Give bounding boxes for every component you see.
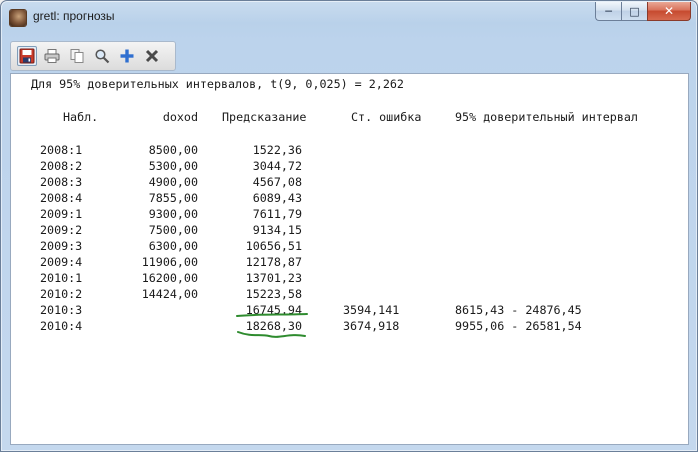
- cell-interval: 8615,43 - 24876,45: [455, 303, 582, 317]
- cell-doxod: 6300,00: [148, 239, 198, 253]
- forecast-window: gretl: прогнозы ─ □ ✕ Для 95% доверитель…: [0, 0, 698, 452]
- table-row: 2008:3 4900,00 4567,08: [11, 174, 688, 190]
- maximize-button[interactable]: □: [621, 2, 647, 21]
- table-row: 2009:2 7500,00 9134,15: [11, 222, 688, 238]
- forecast-output[interactable]: Для 95% доверительных интервалов, t(9, 0…: [10, 73, 689, 445]
- cell-doxod: 7855,00: [148, 191, 198, 205]
- table-row: 2009:4 11906,00 12178,87: [11, 254, 688, 270]
- table-row: 2010:1 16200,00 13701,23: [11, 270, 688, 286]
- title-bar[interactable]: gretl: прогнозы ─ □ ✕: [1, 1, 697, 35]
- cell-prediction: 1522,36: [252, 143, 302, 157]
- add-icon: [120, 49, 134, 63]
- header-prediction: Предсказание: [222, 110, 307, 124]
- cell-obs: 2010:4: [40, 319, 83, 333]
- cell-prediction: 7611,79: [252, 207, 302, 221]
- cell-prediction: 10656,51: [245, 239, 302, 253]
- cell-doxod: 5300,00: [148, 159, 198, 173]
- header-obs: Набл.: [63, 110, 99, 124]
- save-button[interactable]: [17, 46, 37, 66]
- header-doxod: doxod: [162, 110, 198, 124]
- add-button[interactable]: [117, 46, 137, 66]
- toolbar: [10, 41, 176, 71]
- cell-prediction: 3044,72: [252, 159, 302, 173]
- table-row: 2010:2 14424,00 15223,58: [11, 286, 688, 302]
- cell-doxod: 9300,00: [148, 207, 198, 221]
- cell-prediction: 18268,30: [245, 319, 302, 333]
- table-row: 2010:4 18268,30 3674,918 9955,06 - 26581,54: [11, 318, 688, 334]
- cell-prediction: 12178,87: [245, 255, 302, 269]
- cell-std-error: 3674,918: [343, 319, 400, 333]
- output-text-view: Для 95% доверительных интервалов, t(9, 0…: [11, 74, 688, 444]
- cell-obs: 2008:2: [40, 159, 83, 173]
- cell-doxod: 11906,00: [141, 255, 198, 269]
- cell-prediction: 4567,08: [252, 175, 302, 189]
- table-row: 2008:1 8500,00 1522,36: [11, 142, 688, 158]
- caption-buttons: ─ □ ✕: [595, 2, 691, 22]
- find-button[interactable]: [92, 46, 112, 66]
- window-title: gretl: прогнозы: [33, 9, 115, 23]
- cell-doxod: 8500,00: [148, 143, 198, 157]
- table-header: Набл. doxod Предсказание Ст. ошибка 95% …: [11, 109, 688, 125]
- cell-obs: 2009:1: [40, 207, 83, 221]
- cell-prediction: 13701,23: [245, 271, 302, 285]
- cell-obs: 2009:4: [40, 255, 83, 269]
- cell-obs: 2010:2: [40, 287, 83, 301]
- cell-obs: 2008:3: [40, 175, 83, 189]
- save-icon: [19, 48, 35, 64]
- table-row: 2010:3 16745,94 3594,141 8615,43 - 24876,45: [11, 302, 688, 318]
- cell-obs: 2008:1: [40, 143, 83, 157]
- cell-prediction: 6089,43: [252, 191, 302, 205]
- table-row: 2008:2 5300,00 3044,72: [11, 158, 688, 174]
- copy-icon: [70, 49, 84, 63]
- confidence-interval-line: Для 95% доверительных интервалов, t(9, 0…: [31, 77, 404, 91]
- cell-prediction: 16745,94: [245, 303, 302, 317]
- minimize-button[interactable]: ─: [595, 2, 621, 21]
- find-icon: [95, 49, 110, 64]
- table-row: 2009:3 6300,00 10656,51: [11, 238, 688, 254]
- table-row: 2009:1 9300,00 7611,79: [11, 206, 688, 222]
- cell-doxod: 16200,00: [141, 271, 198, 285]
- cell-obs: 2010:3: [40, 303, 83, 317]
- table-row: 2008:4 7855,00 6089,43: [11, 190, 688, 206]
- print-icon: [44, 49, 60, 63]
- gretl-app-icon: [10, 10, 26, 26]
- cell-doxod: 14424,00: [141, 287, 198, 301]
- cell-obs: 2010:1: [40, 271, 83, 285]
- cell-prediction: 9134,15: [252, 223, 302, 237]
- copy-button[interactable]: [67, 46, 87, 66]
- cell-interval: 9955,06 - 26581,54: [455, 319, 582, 333]
- cell-prediction: 15223,58: [245, 287, 302, 301]
- cell-obs: 2009:2: [40, 223, 83, 237]
- close-icon: [145, 49, 159, 63]
- close-button[interactable]: [142, 46, 162, 66]
- close-window-button[interactable]: ✕: [647, 2, 691, 21]
- cell-doxod: 7500,00: [148, 223, 198, 237]
- cell-doxod: 4900,00: [148, 175, 198, 189]
- header-interval: 95% доверительный интервал: [455, 110, 638, 124]
- cell-obs: 2008:4: [40, 191, 83, 205]
- header-std-error: Ст. ошибка: [351, 110, 422, 124]
- cell-std-error: 3594,141: [343, 303, 400, 317]
- print-button[interactable]: [42, 46, 62, 66]
- cell-obs: 2009:3: [40, 239, 83, 253]
